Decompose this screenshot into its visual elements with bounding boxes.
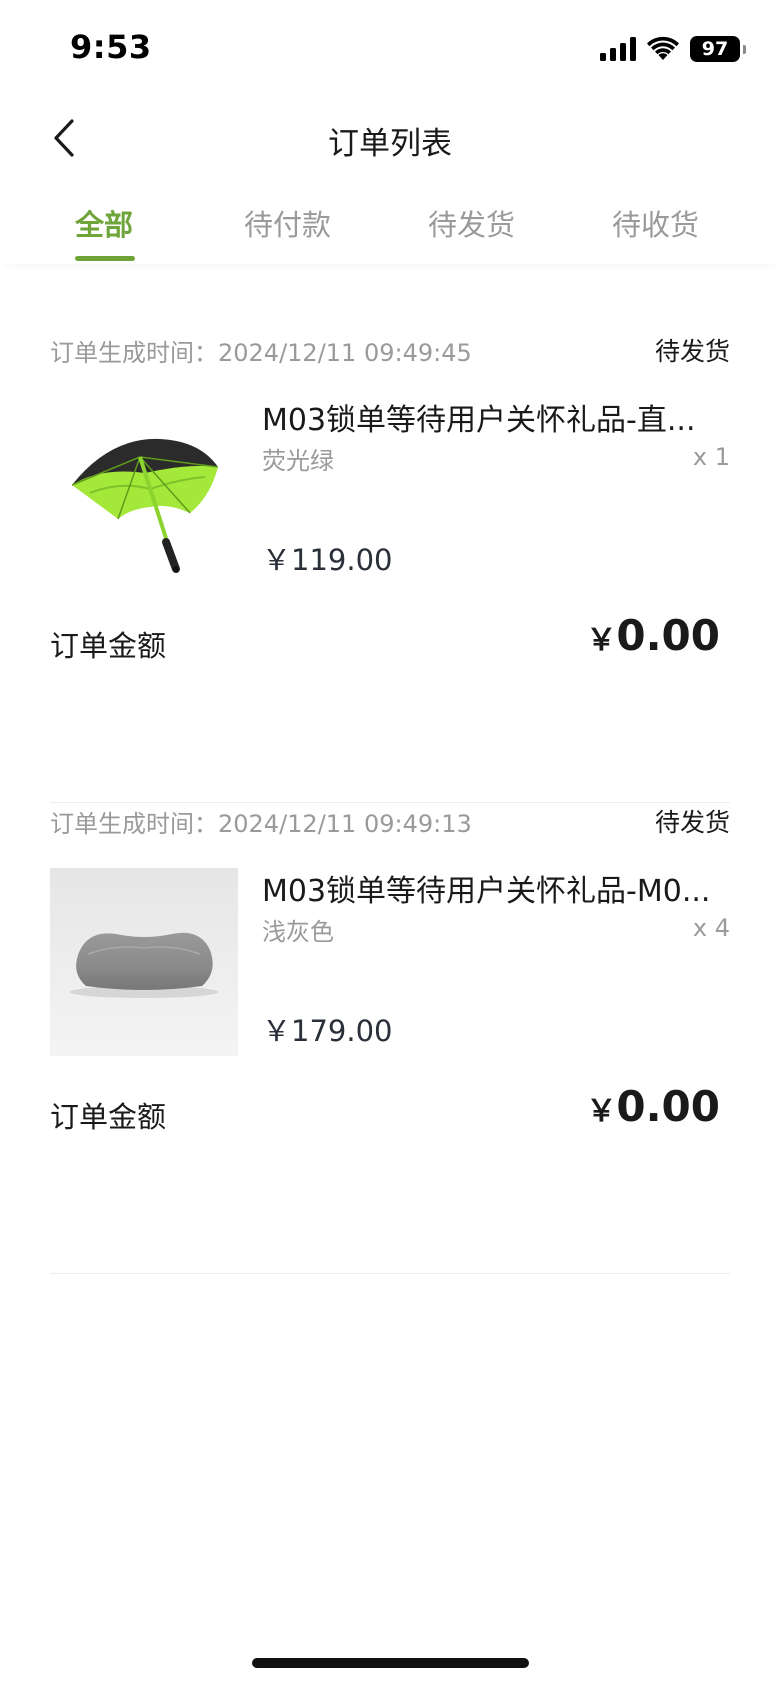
tab-active-indicator bbox=[75, 256, 135, 261]
status-icons: 97 bbox=[600, 34, 746, 64]
battery-icon: 97 bbox=[690, 36, 746, 62]
order-card[interactable]: 订单生成时间：2024/12/11 09:49:13 待发货 M03锁单等待用户… bbox=[50, 804, 730, 1274]
tab-pending-shipment[interactable]: 待发货 bbox=[428, 202, 515, 244]
home-indicator bbox=[252, 1658, 529, 1668]
order-header: 订单生成时间：2024/12/11 09:49:13 待发货 bbox=[50, 804, 730, 838]
product-price: ￥179.00 bbox=[262, 1014, 393, 1048]
order-header: 订单生成时间：2024/12/11 09:49:45 待发货 bbox=[50, 333, 730, 367]
order-amount-value: ￥0.00 bbox=[586, 1082, 720, 1131]
amount-number: 0.00 bbox=[616, 1082, 720, 1131]
order-card[interactable]: 订单生成时间：2024/12/11 09:49:45 待发货 M03锁单等待用户… bbox=[50, 333, 730, 803]
order-time: 订单生成时间：2024/12/11 09:49:45 bbox=[50, 338, 472, 367]
signal-icon bbox=[600, 37, 636, 61]
tab-pending-payment[interactable]: 待付款 bbox=[244, 202, 331, 244]
order-amount-label: 订单金额 bbox=[50, 629, 167, 663]
tab-all[interactable]: 全部 bbox=[75, 202, 133, 244]
product-name: M03锁单等待用户关怀礼品-直... bbox=[262, 403, 696, 438]
wifi-icon bbox=[647, 36, 679, 60]
pillow-image[interactable] bbox=[50, 868, 238, 1056]
nav-bar: 订单列表 bbox=[0, 100, 780, 180]
product-price: ￥119.00 bbox=[262, 543, 393, 577]
order-time: 订单生成时间：2024/12/11 09:49:13 bbox=[50, 809, 472, 838]
order-status: 待发货 bbox=[654, 808, 730, 837]
currency-symbol: ￥ bbox=[586, 623, 617, 658]
status-bar: 9:53 97 bbox=[0, 0, 780, 100]
product-spec: 浅灰色 bbox=[262, 918, 334, 946]
order-amount-label: 订单金额 bbox=[50, 1100, 167, 1134]
order-status: 待发货 bbox=[654, 337, 730, 366]
page-title: 订单列表 bbox=[328, 126, 452, 162]
tab-pending-receipt[interactable]: 待收货 bbox=[612, 202, 699, 244]
amount-number: 0.00 bbox=[616, 611, 720, 660]
currency-symbol: ￥ bbox=[586, 1094, 617, 1129]
product-quantity: x 4 bbox=[692, 914, 730, 942]
product-name: M03锁单等待用户关怀礼品-M0... bbox=[262, 874, 711, 909]
umbrella-image[interactable] bbox=[50, 397, 238, 585]
order-tabs: 全部 待付款 待发货 待收货 bbox=[0, 180, 780, 264]
product-quantity: x 1 bbox=[692, 443, 730, 471]
product-spec: 荧光绿 bbox=[262, 447, 334, 475]
status-time: 9:53 bbox=[70, 28, 152, 66]
order-amount-value: ￥0.00 bbox=[586, 611, 720, 660]
order-divider bbox=[50, 1273, 730, 1274]
battery-level: 97 bbox=[701, 37, 729, 60]
